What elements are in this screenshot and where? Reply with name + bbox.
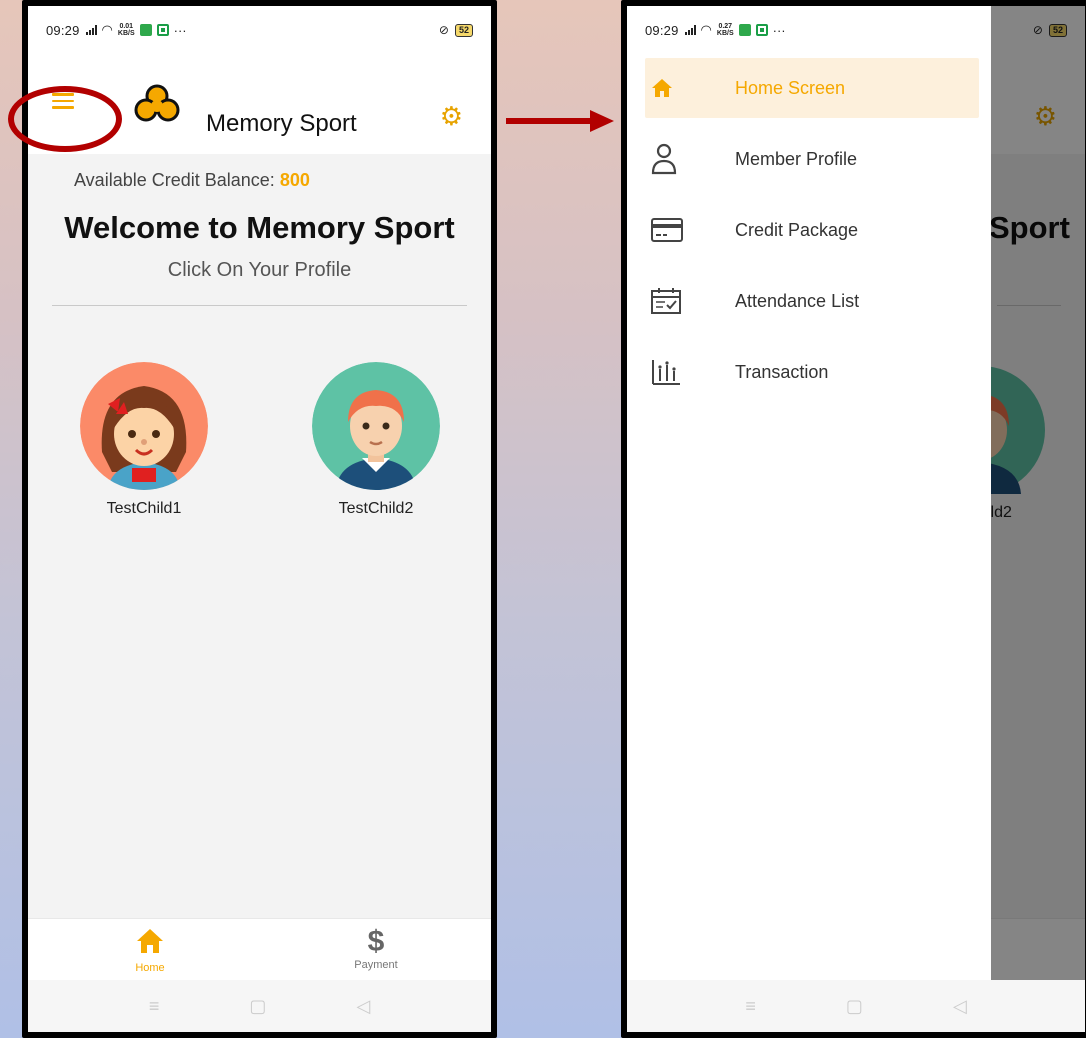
welcome-heading: Welcome to Memory Sport (64, 210, 455, 245)
welcome-subtitle: Click On Your Profile (167, 259, 352, 281)
signal-icon (684, 25, 696, 35)
network-speed: 0.27 KB/S (716, 23, 734, 37)
app-notification-icon (738, 24, 751, 36)
drawer-item-label: Credit Package (735, 219, 859, 240)
drawer-item-member-profile[interactable]: Member Profile (645, 129, 979, 189)
credit-balance: Available Credit Balance: 800 (74, 170, 310, 191)
drawer-status-bar: 09:29 ◠ 0.27 KB/S ··· (627, 6, 991, 54)
highlight-circle (8, 86, 122, 152)
drawer-item-label: Home Screen (735, 77, 846, 98)
divider (52, 305, 467, 306)
girl-avatar-icon (80, 362, 208, 490)
app-notification-icon (139, 24, 152, 36)
home-nav-icon[interactable]: ▢ (249, 996, 266, 1017)
nav-home-label: Home (135, 962, 165, 974)
system-nav-bar: ≡ ▢ ◁ (28, 980, 491, 1032)
app-title: Memory Sport (206, 110, 357, 137)
drawer-item-credit-package[interactable]: Credit Package (645, 200, 979, 260)
app-notification-icon (156, 24, 169, 36)
profile-card-testchild1[interactable]: TestChild1 (80, 362, 208, 518)
status-time: 09:29 (46, 22, 80, 38)
credit-value: 800 (279, 170, 310, 190)
back-nav-icon[interactable]: ◁ (953, 996, 967, 1017)
profile-name: TestChild1 (106, 500, 182, 517)
nav-payment[interactable]: $ Payment (336, 925, 416, 972)
credit-label: Available Credit Balance: (74, 170, 275, 190)
battery-indicator: 52 (454, 23, 473, 37)
person-icon (651, 143, 677, 175)
profile-card-testchild2[interactable]: TestChild2 (312, 362, 440, 518)
right-arrow-icon (506, 110, 614, 132)
memory-sport-logo (134, 84, 180, 122)
dollar-icon: $ (367, 925, 385, 958)
bar-chart-icon (652, 360, 680, 385)
menu-nav-icon[interactable]: ≡ (149, 996, 160, 1017)
network-speed: 0.01 KB/S (117, 23, 135, 37)
phone-screenshot-drawer: 09:29 ◠ 0.27 KB/S ··· ⊘ 52 ⚙ Sport ild2 … (621, 0, 1086, 1038)
boy-avatar-icon (312, 362, 440, 490)
more-notifications-icon: ··· (173, 22, 187, 38)
mute-icon: ⊘ (438, 23, 449, 37)
app-notification-icon (755, 24, 768, 36)
house-icon (137, 929, 163, 953)
gear-icon[interactable]: ⚙ (440, 103, 463, 129)
phone-screenshot-home: 09:29 ◠ 0.01 KB/S ··· ⊘ 52 Memory Sport … (22, 0, 497, 1038)
more-notifications-icon: ··· (772, 22, 786, 38)
navigation-drawer: 09:29 ◠ 0.27 KB/S ··· Home Screen Member… (627, 6, 991, 980)
nav-home[interactable]: Home (110, 927, 190, 974)
credit-card-icon (651, 218, 683, 242)
drawer-item-label: Attendance List (735, 290, 860, 311)
bottom-nav: Home $ Payment (28, 918, 491, 980)
status-bar: 09:29 ◠ 0.01 KB/S ··· ⊘ 52 (28, 6, 491, 54)
status-time: 09:29 (645, 22, 679, 38)
signal-icon (85, 25, 97, 35)
back-nav-icon[interactable]: ◁ (356, 996, 370, 1017)
drawer-item-attendance-list[interactable]: Attendance List (645, 271, 979, 331)
system-nav-bar: ≡ ▢ ◁ (627, 980, 1085, 1032)
nav-payment-label: Payment (354, 959, 398, 971)
wifi-icon: ◠ (101, 22, 113, 37)
drawer-item-label: Member Profile (735, 148, 858, 169)
drawer-item-transaction[interactable]: Transaction (645, 342, 979, 402)
home-nav-icon[interactable]: ▢ (846, 996, 863, 1017)
home-icon (652, 79, 672, 97)
drawer-item-label: Transaction (735, 361, 829, 382)
profile-name: TestChild2 (338, 500, 414, 517)
calendar-check-icon (651, 288, 681, 314)
wifi-icon: ◠ (700, 22, 712, 37)
menu-nav-icon[interactable]: ≡ (745, 996, 756, 1017)
drawer-item-home-screen[interactable]: Home Screen (645, 58, 979, 118)
